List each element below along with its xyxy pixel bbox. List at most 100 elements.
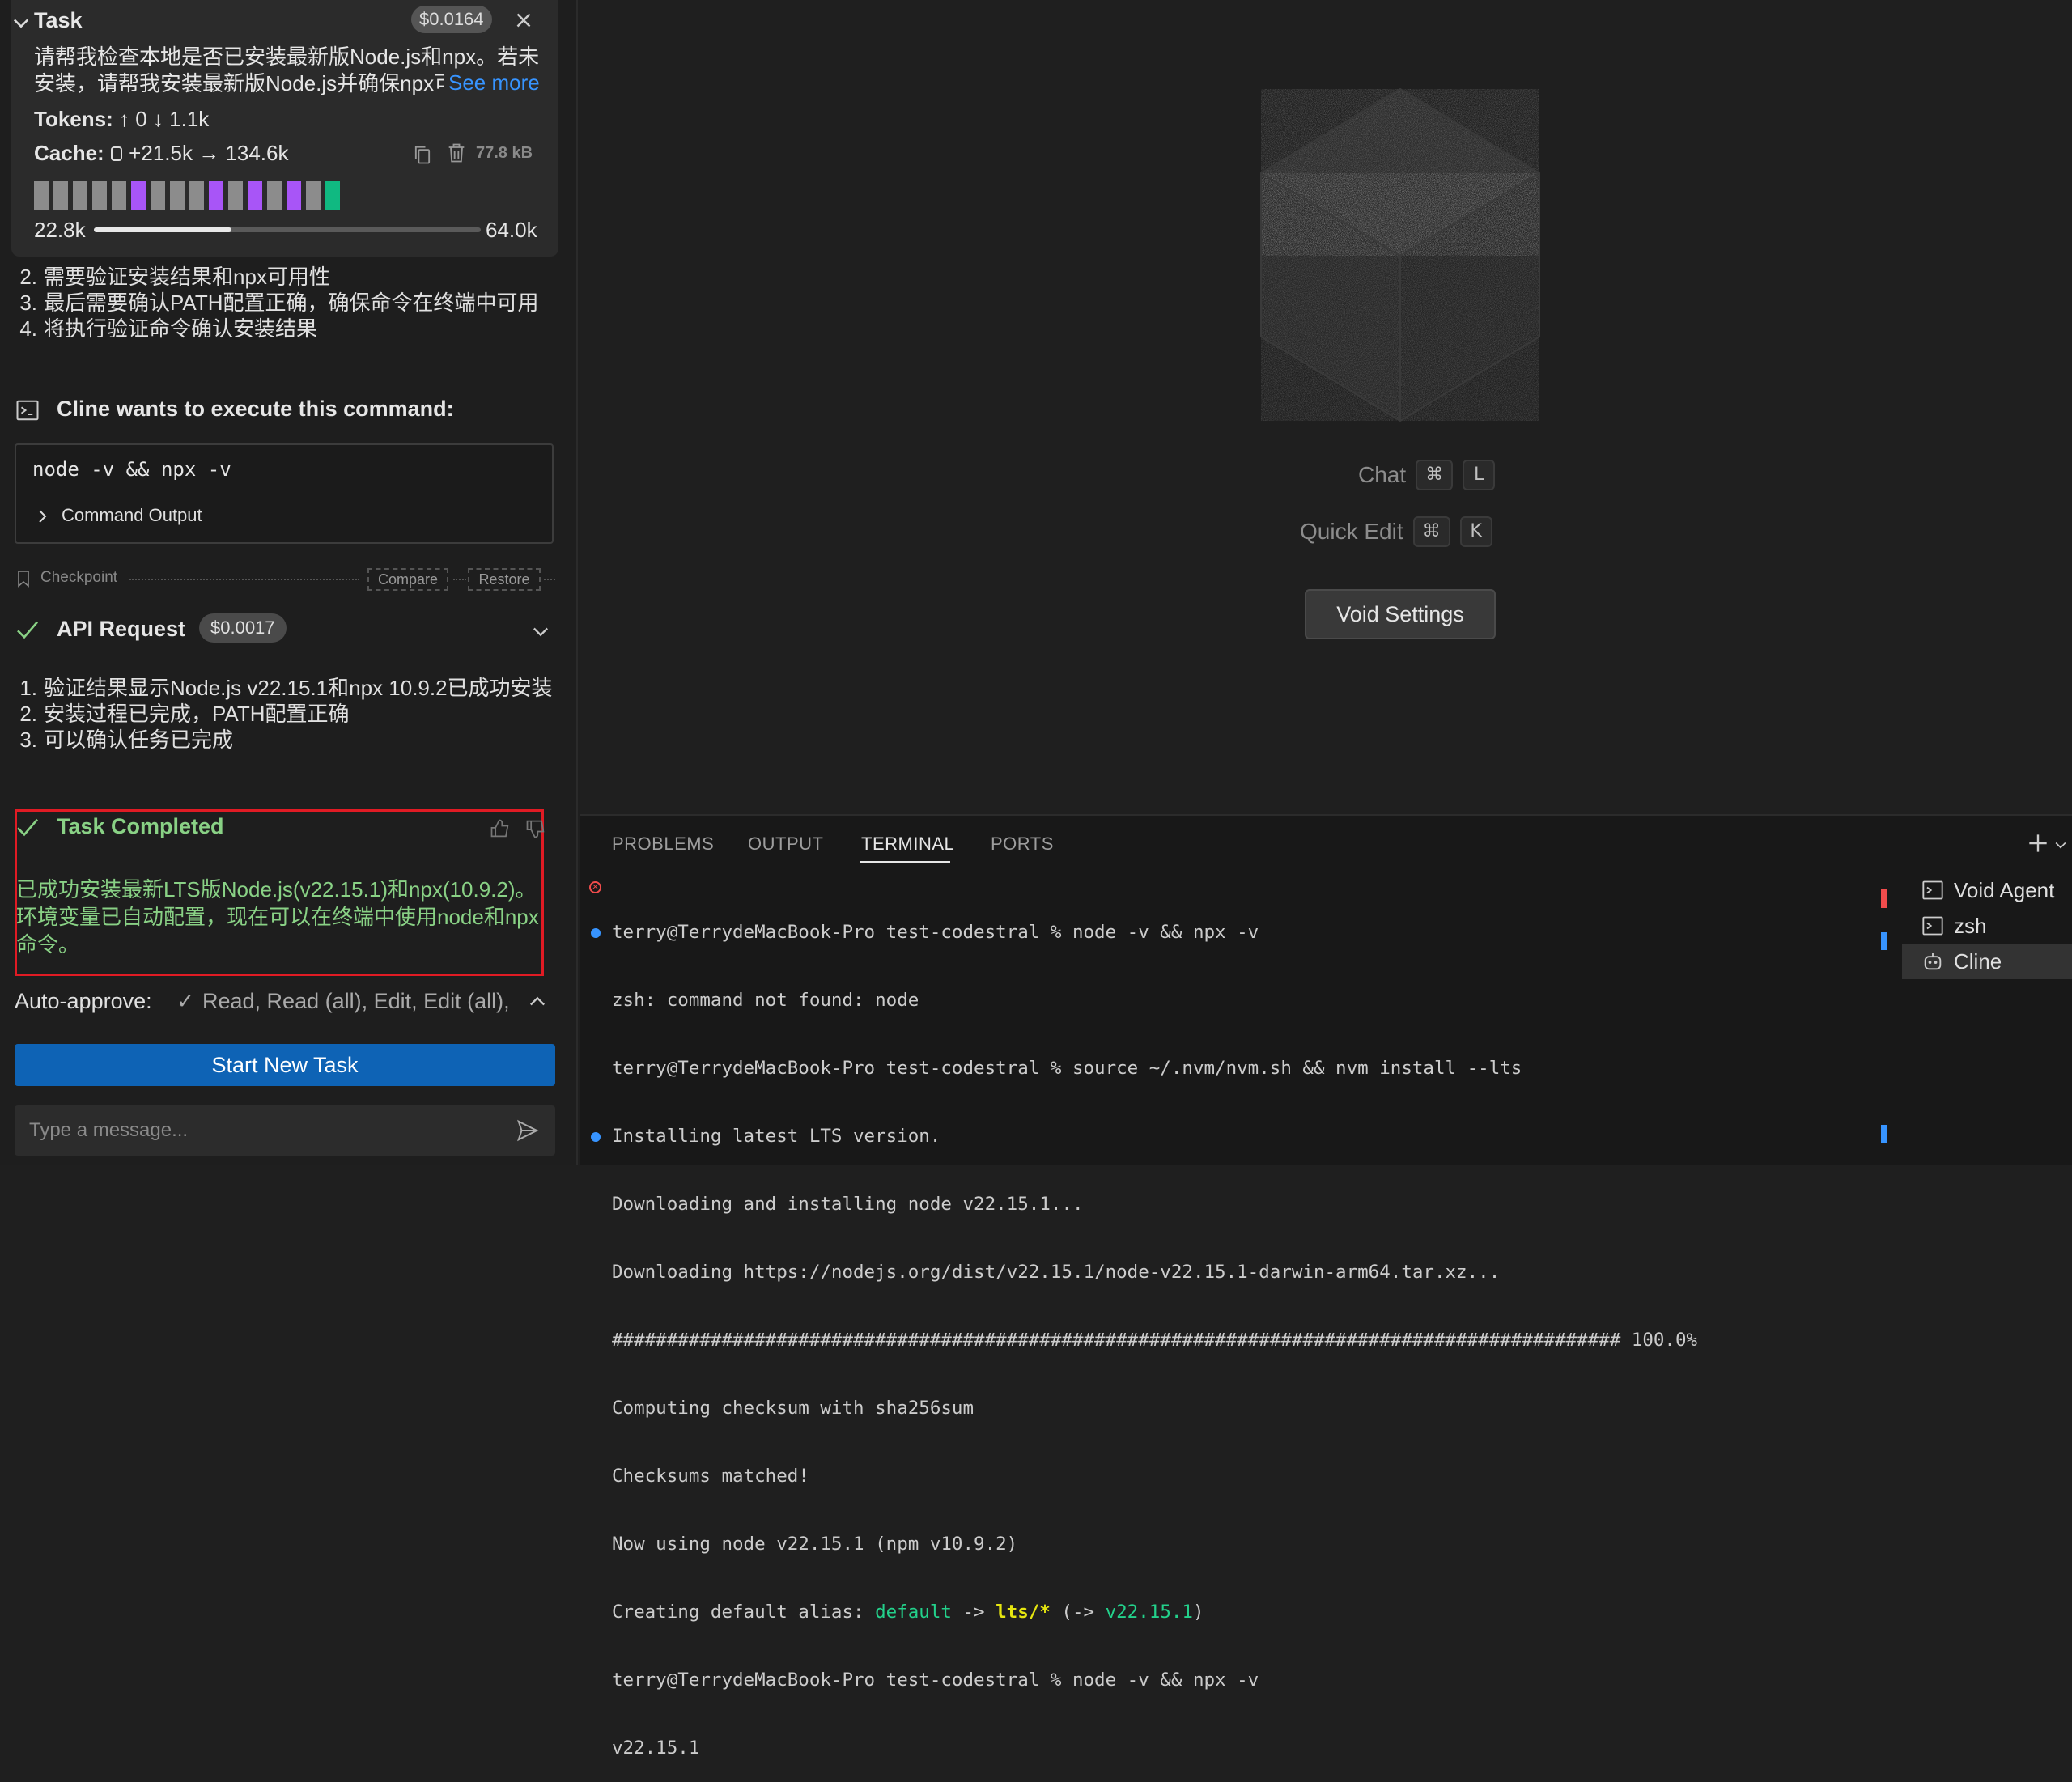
compare-button[interactable]: Compare: [367, 568, 448, 591]
context-block: [170, 181, 185, 210]
context-block: [151, 181, 165, 210]
tokens-stat: Tokens: ↑ 0 ↓ 1.1k: [34, 107, 209, 132]
context-block: [306, 181, 321, 210]
chevron-down-icon[interactable]: [10, 11, 32, 34]
thumbs-down-icon[interactable]: [524, 817, 547, 840]
tab-terminal[interactable]: TERMINAL: [861, 834, 954, 855]
error-icon: ×: [589, 881, 601, 893]
checkpoint-label: Checkpoint: [40, 569, 118, 586]
terminal-line: terry@TerrydeMacBook-Pro test-codestral …: [612, 922, 1259, 943]
copy-icon[interactable]: [411, 142, 434, 167]
terminal-line: Checksums matched!: [612, 1466, 809, 1487]
tab-ports[interactable]: PORTS: [991, 834, 1054, 855]
context-block: [73, 181, 87, 210]
plus-icon[interactable]: [2025, 830, 2051, 856]
send-icon[interactable]: [515, 1118, 541, 1143]
tab-output[interactable]: OUTPUT: [748, 834, 823, 855]
chevron-up-icon[interactable]: [526, 991, 549, 1013]
quick-edit-label: Quick Edit: [1300, 519, 1403, 544]
auto-approve-label[interactable]: Auto-approve:: [15, 989, 152, 1014]
message-input[interactable]: [15, 1105, 555, 1156]
checkpoint-divider: [130, 579, 359, 580]
tab-problems[interactable]: PROBLEMS: [612, 834, 714, 855]
list-item: 4. 将执行验证命令确认安装结果: [19, 316, 318, 341]
chevron-down-icon[interactable]: [2053, 837, 2069, 853]
terminal-icon: [1922, 880, 1943, 900]
see-more-link[interactable]: See more: [444, 70, 540, 95]
chat-label: Chat: [1358, 462, 1407, 487]
list-item: 2. 需要验证安装结果和npx可用性: [19, 265, 330, 289]
active-tab-indicator: [860, 861, 950, 863]
cmd-key: ⌘: [1412, 516, 1450, 547]
context-block: [131, 181, 146, 210]
context-block: [248, 181, 262, 210]
terminal-scrollbar[interactable]: [1879, 876, 1887, 1165]
k-key: K: [1459, 516, 1492, 547]
void-settings-button[interactable]: Void Settings: [1305, 589, 1496, 639]
context-window-blocks: [34, 181, 340, 210]
terminal-list: Void Agent zsh Cline: [1902, 872, 2072, 979]
task-completed-text: 已成功安装最新LTS版Node.js(v22.15.1)和npx(10.9.2)…: [16, 877, 539, 957]
start-new-task-button[interactable]: Start New Task: [15, 1044, 555, 1086]
auto-approve-items[interactable]: Read, Read (all), Edit, Edit (all),: [202, 989, 508, 1014]
terminal-gutter: ×: [589, 876, 605, 1148]
command-text: node -v && npx -v: [32, 458, 231, 481]
terminal-item-cline[interactable]: Cline: [1902, 944, 2072, 979]
list-item: 3. 可以确认任务已完成: [19, 728, 234, 752]
cache-label: Cache:: [34, 141, 104, 165]
terminal-icon: [1922, 916, 1943, 936]
terminal-line: terry@TerrydeMacBook-Pro test-codestral …: [612, 1058, 1522, 1079]
terminal-line: Downloading and installing node v22.15.1…: [612, 1194, 1084, 1215]
api-request-label: API Request: [57, 617, 186, 641]
context-block: [53, 181, 68, 210]
bookmark-icon: [18, 571, 29, 588]
context-block: [34, 181, 49, 210]
terminal-item-void-agent[interactable]: Void Agent: [1902, 872, 2072, 908]
context-block: [92, 181, 107, 210]
check-icon: [17, 621, 39, 639]
cmd-key: ⌘: [1416, 460, 1454, 490]
terminal-line: Installing latest LTS version.: [612, 1126, 941, 1147]
terminal-line: ########################################…: [612, 1330, 1698, 1351]
close-icon[interactable]: [512, 8, 536, 32]
command-request-header: Cline wants to execute this command:: [57, 397, 454, 421]
list-item: 2. 安装过程已完成，PATH配置正确: [19, 702, 350, 726]
task-completed-title: Task Completed: [57, 814, 224, 838]
terminal-item-zsh[interactable]: zsh: [1902, 908, 2072, 944]
terminal-item-label: zsh: [1954, 913, 1987, 938]
tokens-label: Tokens:: [34, 107, 113, 131]
task-size: 77.8 kB: [476, 144, 533, 162]
thinking-steps-list: 2. 需要验证安装结果和npx可用性 3. 最后需要确认PATH配置正确，确保命令在…: [10, 264, 560, 342]
trash-icon[interactable]: [445, 141, 468, 165]
thumbs-up-icon[interactable]: [489, 817, 512, 840]
terminal-line: Computing checksum with sha256sum: [612, 1398, 974, 1419]
robot-icon: [1924, 953, 1942, 970]
quick-edit-shortcut: Quick Edit ⌘ K: [1300, 516, 1492, 547]
context-block: [209, 181, 223, 210]
command-output-toggle[interactable]: Command Output: [62, 505, 202, 526]
terminal-output[interactable]: terry@TerrydeMacBook-Pro test-codestral …: [612, 876, 1883, 1782]
check-icon: [17, 818, 39, 837]
command-decoration-icon[interactable]: [591, 928, 601, 938]
task-title: Task: [34, 8, 83, 32]
tokens-value: ↑ 0 ↓ 1.1k: [119, 107, 210, 131]
chat-shortcut: Chat ⌘ L: [1358, 460, 1496, 490]
terminal-item-label: Void Agent: [1954, 877, 2055, 902]
context-block: [325, 181, 340, 210]
terminal-line: zsh: command not found: node: [612, 990, 919, 1011]
context-max: 64.0k: [486, 218, 537, 242]
terminal-line: Now using node v22.15.1 (npm v10.9.2): [612, 1534, 1018, 1555]
terminal-line: Downloading https://nodejs.org/dist/v22.…: [612, 1262, 1501, 1283]
terminal-item-label: Cline: [1954, 948, 2002, 974]
task-cost-badge: $0.0164: [411, 6, 492, 33]
void-logo-cube: [1260, 87, 1540, 422]
context-block: [228, 181, 243, 210]
command-decoration-icon[interactable]: [591, 1132, 601, 1142]
context-block: [189, 181, 204, 210]
restore-button[interactable]: Restore: [468, 568, 541, 591]
cache-stat: Cache: +21.5k → 134.6k: [34, 141, 288, 166]
context-used: 22.8k: [34, 218, 86, 242]
list-item: 3. 最后需要确认PATH配置正确，确保命令在终端中可用: [19, 291, 539, 315]
chevron-down-icon[interactable]: [529, 620, 552, 643]
chevron-right-icon[interactable]: [32, 507, 52, 526]
